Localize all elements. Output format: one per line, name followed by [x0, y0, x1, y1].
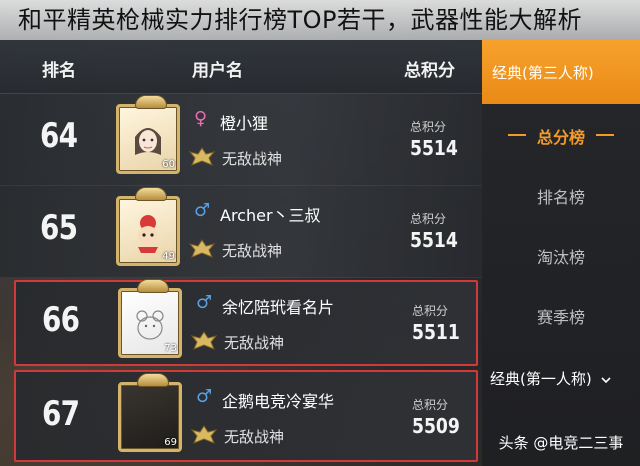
avatar-level: 60 [162, 159, 175, 170]
mode-tab-label: 经典(第三人称) [492, 64, 594, 82]
leaderboard-row[interactable]: 65 49 ♂ Archer丶三叔 无敌战神 总积分 5514 [0, 186, 482, 278]
avatar[interactable]: 69 [118, 373, 182, 452]
avatar-frame-crest-icon [137, 373, 169, 387]
active-dash-right [596, 134, 614, 136]
avatar-frame-crest-icon [135, 95, 167, 109]
sidebar-item-label: 排名榜 [536, 188, 585, 207]
male-icon: ♂ [196, 292, 213, 313]
conqueror-badge-icon [188, 239, 216, 258]
sidebar-item-label: 总分榜 [536, 128, 585, 147]
player-name: 橙小狸 [220, 114, 269, 133]
score-value: 5514 [410, 136, 458, 160]
avatar[interactable]: 73 [118, 279, 182, 358]
leaderboard-sidebar: 经典(第三人称) 总分榜 排名榜 淘汰榜 赛季榜 经典(第一人称) 头条 @电竞… [482, 40, 640, 466]
player-name: 余忆陪玳看名片 [222, 298, 335, 317]
sidebar-item-elimination[interactable]: 淘汰榜 [482, 234, 640, 274]
conqueror-badge-icon [188, 147, 216, 166]
sidebar-item-label: 赛季榜 [536, 308, 585, 327]
source-watermark: 头条 @电竞二三事 [498, 434, 624, 452]
mode-tab-fpp-label: 经典(第一人称) [490, 370, 592, 388]
score-label: 总积分 [410, 212, 447, 226]
sidebar-item-rank[interactable]: 排名榜 [482, 174, 640, 214]
tier-title: 无敌战神 [222, 150, 283, 168]
chevron-down-icon [600, 377, 611, 384]
rank-number: 64 [40, 116, 78, 156]
header-score: 总积分 [404, 61, 455, 81]
player-name: 企鹅电竞冷宴华 [222, 392, 335, 411]
sidebar-item-season[interactable]: 赛季榜 [482, 294, 640, 334]
male-icon: ♂ [196, 386, 213, 407]
leaderboard-row-highlighted[interactable]: 66 73 ♂ 余忆陪玳看名片 无敌战神 总积分 5511 [14, 279, 478, 366]
cartoon-character-avatar-icon [138, 215, 158, 253]
tier-title: 无敌战神 [224, 428, 285, 446]
female-icon: ♀ [194, 108, 208, 129]
avatar-level: 73 [164, 343, 177, 354]
avatar-frame-crest-icon [135, 187, 167, 201]
caption-banner: 和平精英枪械实力排行榜TOP若干，武器性能大解析 [0, 0, 640, 40]
rank-number: 65 [40, 208, 78, 248]
avatar-level: 69 [164, 437, 177, 448]
mode-tab-tpp[interactable]: 经典(第三人称) [482, 40, 640, 104]
leaderboard-screen: 和平精英枪械实力排行榜TOP若干，武器性能大解析 排名 用户名 总积分 64 6… [0, 0, 640, 466]
score-value: 5511 [412, 320, 460, 344]
rank-number: 66 [42, 300, 80, 340]
score-label: 总积分 [410, 120, 447, 134]
caption-title: 和平精英枪械实力排行榜TOP若干，武器性能大解析 [18, 6, 583, 34]
score-label: 总积分 [412, 398, 449, 412]
tier-title: 无敌战神 [224, 334, 285, 352]
player-name: Archer丶三叔 [220, 206, 321, 225]
active-dash-left [508, 134, 526, 136]
conqueror-badge-icon [190, 425, 218, 444]
leaderboard-header: 排名 用户名 总积分 [0, 40, 482, 94]
avatar[interactable]: 49 [116, 187, 180, 266]
avatar[interactable]: 60 [116, 95, 180, 174]
conqueror-badge-icon [190, 331, 218, 350]
male-icon: ♂ [194, 200, 211, 221]
header-rank: 排名 [42, 61, 76, 81]
avatar-level: 49 [162, 251, 175, 262]
tier-title: 无敌战神 [222, 242, 283, 260]
score-value: 5509 [412, 414, 460, 438]
sidebar-item-label: 淘汰榜 [536, 248, 585, 267]
avatar-frame-crest-icon [137, 279, 169, 293]
mode-tab-fpp[interactable]: 经典(第一人称) [490, 368, 611, 389]
score-label: 总积分 [412, 304, 449, 318]
rank-number: 67 [42, 394, 80, 434]
sketch-bear-avatar-icon [136, 310, 164, 340]
sidebar-item-total[interactable]: 总分榜 [482, 114, 640, 154]
score-value: 5514 [410, 228, 458, 252]
leaderboard-row-highlighted[interactable]: 67 69 ♂ 企鹅电竞冷宴华 无敌战神 总积分 5509 [14, 370, 478, 462]
anime-girl-avatar-icon [135, 128, 161, 155]
header-user: 用户名 [192, 61, 243, 81]
leaderboard-row[interactable]: 64 60 ♀ 橙小狸 无敌战神 总积分 5514 [0, 94, 482, 186]
